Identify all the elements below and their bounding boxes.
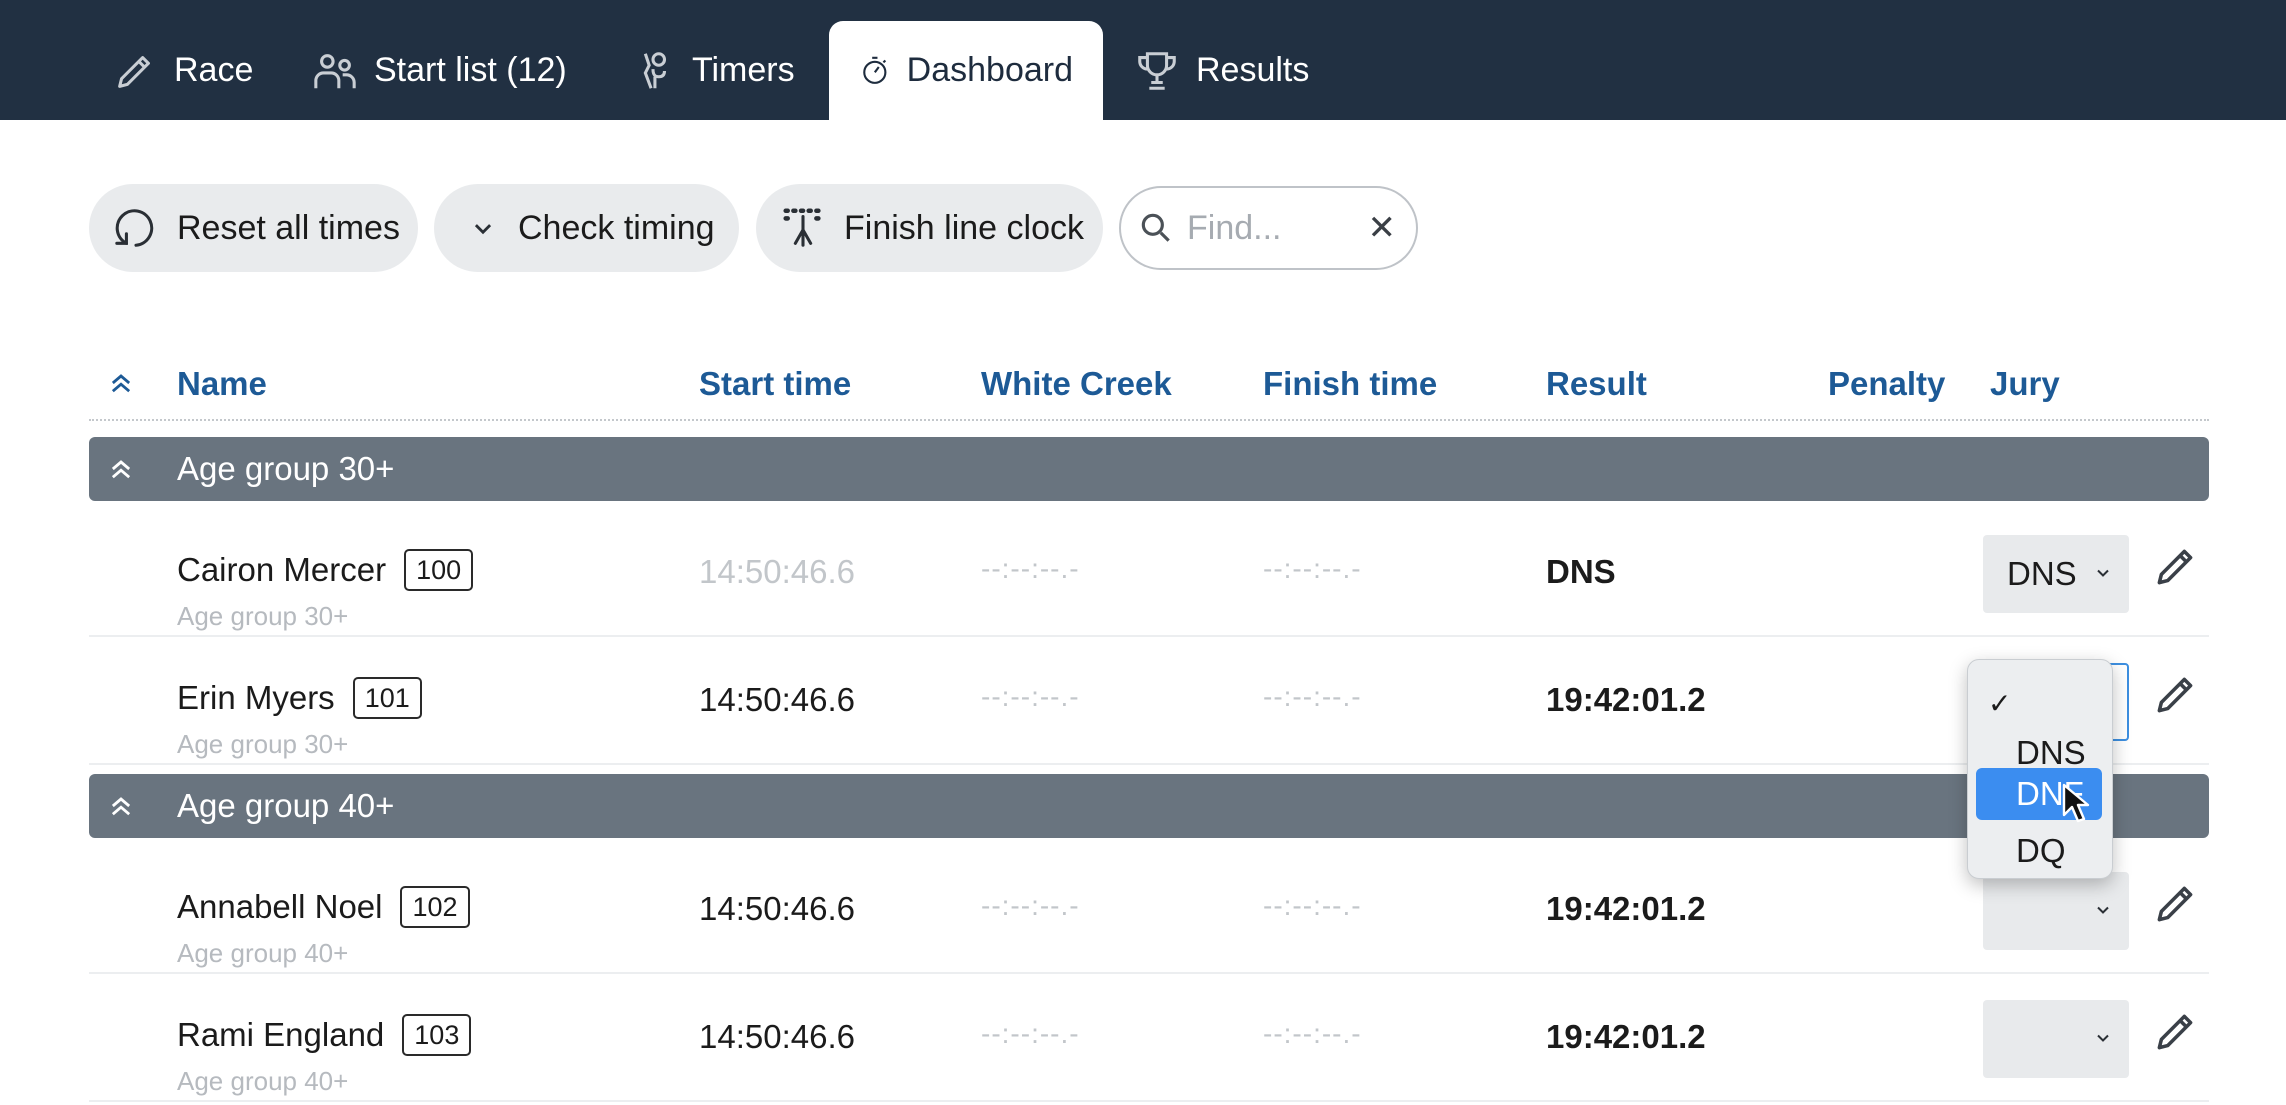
chevron-down-icon	[2097, 569, 2109, 577]
bib-number: 103	[402, 1014, 472, 1057]
collapse-group-icon[interactable]	[107, 455, 135, 483]
jury-value: DNS	[2007, 555, 2077, 592]
tab-dashboard[interactable]: Dashboard	[829, 21, 1103, 120]
athlete-name: Cairon Mercer	[177, 551, 387, 589]
athlete-name-cell: Erin Myers 101	[177, 677, 422, 720]
trophy-icon	[1138, 51, 1176, 90]
athlete-group: Age group 30+	[177, 729, 349, 759]
jury-option-dq[interactable]: DQ	[1976, 826, 2102, 876]
athlete-name: Rami England	[177, 1016, 385, 1054]
start-time: 14:50:46.6	[699, 681, 855, 718]
athlete-name: Erin Myers	[177, 679, 335, 717]
split-time: --:--:--.-	[981, 553, 1080, 584]
table-row: Cairon Mercer 100 Age group 30+ 14:50:46…	[89, 509, 2209, 637]
search-icon	[1141, 213, 1170, 242]
finish-time: --:--:--.-	[1263, 553, 1362, 584]
tab-label: Dashboard	[906, 51, 1073, 89]
split-time: --:--:--.-	[981, 1018, 1080, 1049]
finish-line-clock-button[interactable]: Finish line clock	[756, 184, 1103, 272]
finish-time: --:--:--.-	[1263, 890, 1362, 921]
tab-race[interactable]: Race	[112, 21, 253, 120]
table-row: Annabell Noel 102 Age group 40+ 14:50:46…	[89, 846, 2209, 974]
result: 19:42:01.2	[1546, 890, 1706, 927]
pencil-icon	[118, 55, 150, 88]
check-timing-button[interactable]: Check timing	[434, 184, 739, 272]
split-time: --:--:--.-	[981, 681, 1080, 712]
reset-icon	[115, 209, 154, 247]
chevron-down-icon	[2097, 1034, 2109, 1042]
tab-label: Start list (12)	[374, 51, 567, 89]
group-header: Age group 30+	[89, 437, 2209, 501]
collapse-all-icon[interactable]	[107, 369, 135, 397]
bib-number: 102	[400, 886, 470, 929]
jury-select[interactable]: DNS	[1983, 535, 2129, 613]
timer-person-icon	[643, 51, 667, 89]
tab-timers[interactable]: Timers	[630, 21, 795, 120]
group-name: Age group 40+	[177, 787, 395, 824]
tab-label: Timers	[692, 51, 795, 89]
finish-time: --:--:--.-	[1263, 1018, 1362, 1049]
jury-dropdown-menu: ✓ DNS DNF DQ	[1967, 659, 2113, 879]
athlete-group: Age group 40+	[177, 1066, 349, 1096]
jury-select[interactable]	[1983, 872, 2129, 950]
edit-pencil-icon[interactable]	[2151, 541, 2201, 591]
group-name: Age group 30+	[177, 450, 395, 487]
start-time: 14:50:46.6	[699, 890, 855, 927]
group-header: Age group 40+	[89, 774, 2209, 838]
header-start-time[interactable]: Start time	[699, 365, 851, 403]
table-row: Rami England 103 Age group 40+ 14:50:46.…	[89, 974, 2209, 1102]
top-navigation: Race Start list (12) Timers Dashboard Re…	[0, 0, 2286, 120]
chevron-down-icon	[474, 224, 492, 235]
athlete-group: Age group 40+	[177, 938, 349, 968]
header-jury[interactable]: Jury	[1990, 365, 2060, 403]
athlete-name-cell: Rami England 103	[177, 1014, 472, 1057]
header-name[interactable]: Name	[177, 365, 267, 403]
stopwatch-icon	[863, 56, 887, 84]
split-time: --:--:--.-	[981, 890, 1080, 921]
edit-pencil-icon[interactable]	[2151, 1006, 2201, 1056]
header-finish-time[interactable]: Finish time	[1263, 365, 1437, 403]
tab-label: Results	[1196, 51, 1310, 89]
tab-start-list[interactable]: Start list (12)	[312, 21, 567, 120]
clear-search-icon[interactable]: ✕	[1368, 211, 1397, 245]
header-split[interactable]: White Creek	[981, 365, 1172, 403]
collapse-group-icon[interactable]	[107, 792, 135, 820]
bib-number: 100	[404, 549, 474, 592]
jury-select[interactable]	[1983, 1000, 2129, 1078]
athlete-group: Age group 30+	[177, 601, 349, 631]
search-input[interactable]	[1187, 208, 1367, 248]
header-penalty[interactable]: Penalty	[1828, 365, 1945, 403]
bib-number: 101	[352, 677, 422, 720]
check-icon: ✓	[1988, 687, 2012, 719]
athlete-name-cell: Cairon Mercer 100	[177, 549, 474, 592]
tab-results[interactable]: Results	[1134, 21, 1309, 120]
finish-time: --:--:--.-	[1263, 681, 1362, 712]
athlete-name: Annabell Noel	[177, 888, 383, 926]
search-box: ✕	[1119, 186, 1418, 270]
result: 19:42:01.2	[1546, 1018, 1706, 1055]
athlete-name-cell: Annabell Noel 102	[177, 886, 470, 929]
table-header: Name Start time White Creek Finish time …	[89, 355, 2209, 421]
finish-line-icon	[783, 208, 821, 247]
result: DNS	[1546, 553, 1616, 590]
jury-option-empty[interactable]: ✓	[1976, 678, 2102, 728]
tab-label: Race	[174, 51, 254, 89]
start-time: 14:50:46.6	[699, 553, 855, 590]
result: 19:42:01.2	[1546, 681, 1706, 718]
edit-pencil-icon[interactable]	[2151, 669, 2201, 719]
check-label: Check timing	[518, 208, 715, 247]
header-result[interactable]: Result	[1546, 365, 1647, 403]
edit-pencil-icon[interactable]	[2151, 878, 2201, 928]
finish-label: Finish line clock	[844, 208, 1084, 247]
chevron-down-icon	[2097, 906, 2109, 914]
reset-label: Reset all times	[177, 208, 400, 247]
reset-all-times-button[interactable]: Reset all times	[89, 184, 418, 272]
users-icon	[314, 53, 356, 88]
table-row: Erin Myers 101 Age group 30+ 14:50:46.6 …	[89, 637, 2209, 765]
mouse-pointer-icon	[2062, 783, 2090, 823]
start-time: 14:50:46.6	[699, 1018, 855, 1055]
